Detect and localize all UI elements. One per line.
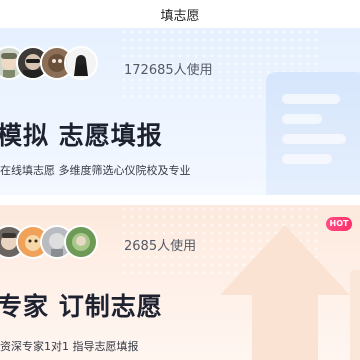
arrow-illustration xyxy=(220,225,360,360)
card-headline: 专家 订制志愿 xyxy=(0,292,163,321)
card-subline: 资深专家1对1 指导志愿填报 xyxy=(0,340,139,353)
hot-badge: HOT xyxy=(326,217,352,231)
card-headline: 模拟 志愿填报 xyxy=(0,121,163,150)
expert-volunteer-card[interactable]: HOT 2685人使用 专家 订制志愿 资深专家1对1 指导志愿填报 xyxy=(0,205,360,360)
avatar xyxy=(64,46,98,80)
top-bar: 填志愿 xyxy=(0,0,360,26)
avatar xyxy=(64,225,98,259)
card-subline: 在线填志愿 多维度筛选心仪院校及专业 xyxy=(0,164,191,177)
users-count: 2685人使用 xyxy=(124,239,197,254)
mock-volunteer-card[interactable]: 172685人使用 模拟 志愿填报 在线填志愿 多维度筛选心仪院校及专业 xyxy=(0,28,360,195)
page-title: 填志愿 xyxy=(160,9,200,24)
document-illustration xyxy=(266,72,360,195)
users-count: 172685人使用 xyxy=(124,63,213,78)
